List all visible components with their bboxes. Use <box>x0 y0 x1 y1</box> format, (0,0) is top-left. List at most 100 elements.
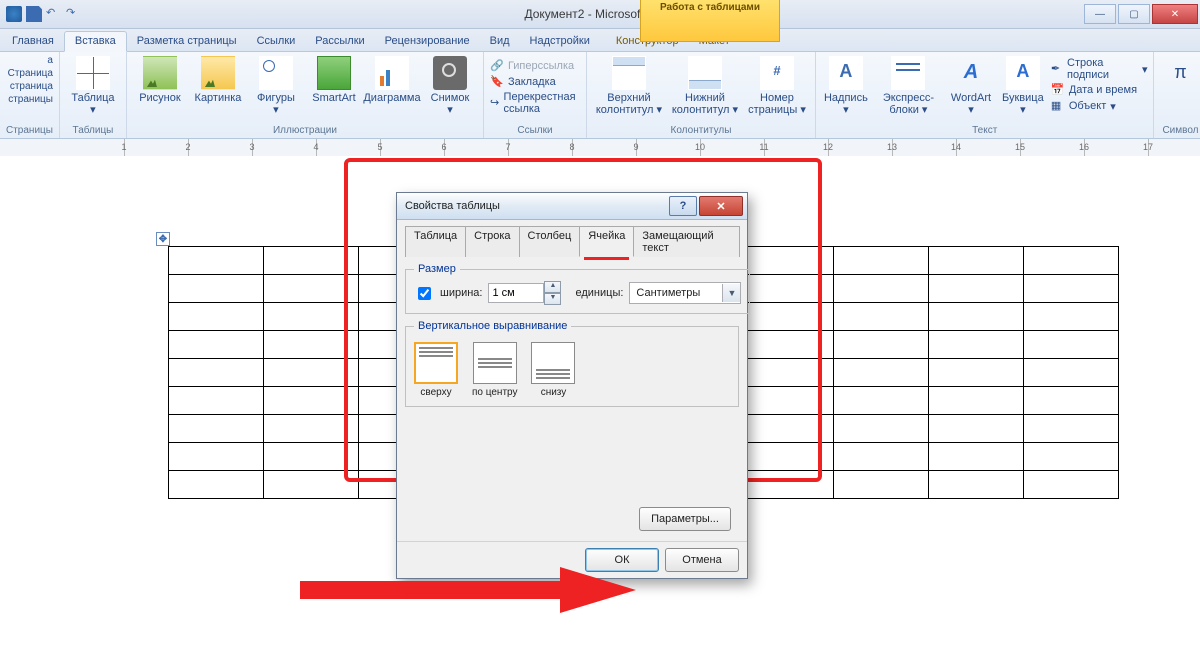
tab-review[interactable]: Рецензирование <box>375 32 480 51</box>
bookmark-icon: 🔖 <box>490 75 504 89</box>
camera-icon <box>433 56 467 90</box>
contextual-tab-header: Работа с таблицами <box>640 0 780 42</box>
tab-home[interactable]: Главная <box>2 32 64 51</box>
valign-fieldset: Вертикальное выравнивание сверху по цент… <box>405 320 739 407</box>
chart-icon <box>375 56 409 90</box>
group-headers-footers: Верхний колонтитул ▾ Нижний колонтитул ▾… <box>587 52 816 138</box>
save-icon[interactable] <box>26 6 42 22</box>
undo-icon[interactable]: ↶ <box>46 6 62 22</box>
dialog-help-button[interactable]: ? <box>669 196 697 216</box>
textbox-icon <box>829 56 863 90</box>
group-tables: Таблица▾ Таблицы <box>60 52 127 138</box>
cancel-button[interactable]: Отмена <box>665 548 739 572</box>
smartart-button[interactable]: SmartArt <box>307 54 361 104</box>
tab-page-layout[interactable]: Разметка страницы <box>127 32 247 51</box>
object-icon: ▦ <box>1051 99 1065 113</box>
group-links: 🔗Гиперссылка 🔖Закладка ↪Перекрестная ссы… <box>484 52 587 138</box>
signature-line-button[interactable]: ✒Строка подписи ▾ <box>1051 56 1148 82</box>
valign-top-option[interactable]: сверху <box>414 342 458 398</box>
chart-button[interactable]: Диаграмма <box>365 54 419 104</box>
dropcap-icon <box>1006 56 1040 90</box>
picture-button[interactable]: Рисунок <box>133 54 187 104</box>
dialog-tab-row[interactable]: Строка <box>465 226 519 257</box>
window-buttons: — ▢ ✕ <box>1084 4 1200 24</box>
date-icon: 📅 <box>1051 83 1065 97</box>
size-legend: Размер <box>414 263 460 275</box>
close-button[interactable]: ✕ <box>1152 4 1198 24</box>
quick-access-toolbar: ↶ ↷ <box>0 6 88 22</box>
crossref-button[interactable]: ↪Перекрестная ссылка <box>490 90 580 116</box>
header-icon <box>612 56 646 90</box>
object-button[interactable]: ▦Объект ▾ <box>1051 98 1148 114</box>
tab-insert[interactable]: Вставка <box>64 31 127 52</box>
screenshot-button[interactable]: Снимок▾ <box>423 54 477 116</box>
dialog-titlebar[interactable]: Свойства таблицы ? ✕ <box>397 193 747 220</box>
signature-icon: ✒ <box>1051 62 1063 76</box>
dialog-tab-column[interactable]: Столбец <box>519 226 581 257</box>
picture-icon <box>143 56 177 90</box>
bookmark-button[interactable]: 🔖Закладка <box>490 74 580 90</box>
redo-icon[interactable]: ↷ <box>66 6 82 22</box>
hyperlink-icon: 🔗 <box>490 59 504 73</box>
parameters-button[interactable]: Параметры... <box>639 507 731 531</box>
valign-top-icon <box>414 342 458 384</box>
quickparts-button[interactable]: Экспресс-блоки ▾ <box>874 54 943 116</box>
dialog-close-button[interactable]: ✕ <box>699 196 743 216</box>
spin-down-button[interactable]: ▼ <box>544 293 561 305</box>
shapes-icon <box>259 56 293 90</box>
footer-button[interactable]: Нижний колонтитул ▾ <box>669 54 741 116</box>
width-input[interactable] <box>488 283 544 303</box>
minimize-button[interactable]: — <box>1084 4 1116 24</box>
dialog-title: Свойства таблицы <box>405 200 500 212</box>
textbox-button[interactable]: Надпись▾ <box>822 54 870 116</box>
annotation-underline <box>584 257 629 260</box>
word-icon <box>6 6 22 22</box>
table-move-handle[interactable]: ✥ <box>156 232 170 246</box>
valign-center-icon <box>473 342 517 384</box>
valign-center-option[interactable]: по центру <box>472 342 517 398</box>
maximize-button[interactable]: ▢ <box>1118 4 1150 24</box>
smartart-icon <box>317 56 351 90</box>
table-properties-dialog: Свойства таблицы ? ✕ Таблица Строка Стол… <box>396 192 748 579</box>
shapes-button[interactable]: Фигуры▾ <box>249 54 303 116</box>
dialog-footer: ОК Отмена <box>397 541 747 578</box>
clipart-button[interactable]: Картинка <box>191 54 245 104</box>
table-button[interactable]: Таблица▾ <box>66 54 120 116</box>
valign-bottom-option[interactable]: снизу <box>531 342 575 398</box>
tab-mailings[interactable]: Рассылки <box>305 32 374 51</box>
date-time-button[interactable]: 📅Дата и время <box>1051 82 1148 98</box>
page-number-button[interactable]: Номер страницы ▾ <box>745 54 809 116</box>
valign-bottom-icon <box>531 342 575 384</box>
dialog-tab-table[interactable]: Таблица <box>405 226 466 257</box>
header-button[interactable]: Верхний колонтитул ▾ <box>593 54 665 116</box>
tab-addins[interactable]: Надстройки <box>520 32 600 51</box>
spin-up-button[interactable]: ▲ <box>544 281 561 293</box>
group-symbols: π Символ <box>1154 52 1200 138</box>
width-checkbox[interactable] <box>418 287 431 300</box>
wordart-icon <box>954 56 988 90</box>
group-pages: а Страница страница страницы Страницы <box>0 52 60 138</box>
dropcap-button[interactable]: Буквица▾ <box>999 54 1047 116</box>
units-select[interactable]: Сантиметры ▼ <box>629 282 741 304</box>
crossref-icon: ↪ <box>490 96 500 110</box>
group-illustrations: Рисунок Картинка Фигуры▾ SmartArt Диагра… <box>127 52 484 138</box>
dialog-tab-cell[interactable]: Ячейка <box>579 226 634 257</box>
width-label: ширина: <box>440 287 482 299</box>
dialog-tab-alt-text[interactable]: Замещающий текст <box>633 226 740 257</box>
group-text: Надпись▾ Экспресс-блоки ▾ WordArt▾ Букви… <box>816 52 1155 138</box>
tab-view[interactable]: Вид <box>480 32 520 51</box>
width-spinner[interactable]: ▲▼ <box>488 281 561 305</box>
ribbon-tabs: Главная Вставка Разметка страницы Ссылки… <box>0 29 1200 52</box>
units-label: единицы: <box>575 287 623 299</box>
table-icon <box>76 56 110 90</box>
ribbon: а Страница страница страницы Страницы Та… <box>0 52 1200 139</box>
ok-button[interactable]: ОК <box>585 548 659 572</box>
page-number-icon <box>760 56 794 90</box>
tab-references[interactable]: Ссылки <box>247 32 306 51</box>
wordart-button[interactable]: WordArt▾ <box>947 54 995 116</box>
size-fieldset: Размер ширина: ▲▼ единицы: Сантиметры ▼ <box>405 263 750 314</box>
footer-icon <box>688 56 722 90</box>
clipart-icon <box>201 56 235 90</box>
hyperlink-button[interactable]: 🔗Гиперссылка <box>490 58 580 74</box>
equation-button[interactable]: π <box>1160 54 1200 90</box>
